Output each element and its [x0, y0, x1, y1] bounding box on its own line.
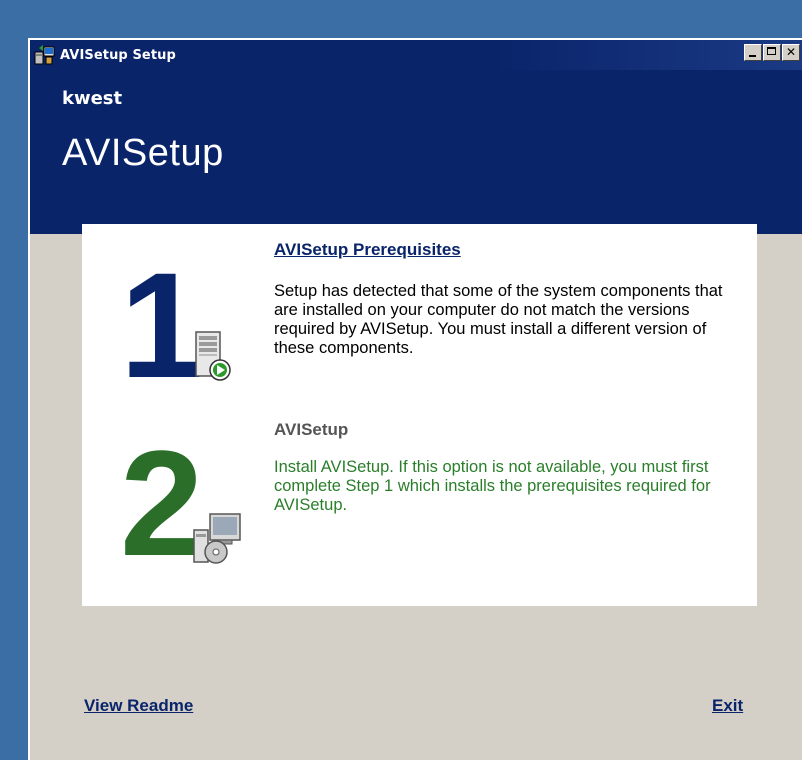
window-controls: ✕ — [744, 44, 800, 61]
step-2-title: AVISetup — [274, 420, 349, 439]
step-1-description: Setup has detected that some of the syst… — [274, 282, 723, 357]
step-2-number: 2 — [120, 419, 204, 587]
title-bar[interactable]: AVISetup Setup ✕ — [30, 40, 802, 70]
view-readme-link[interactable]: View Readme — [84, 696, 193, 716]
header-banner: kwest AVISetup — [30, 70, 802, 234]
step-1-number: 1 — [120, 241, 203, 409]
exit-link[interactable]: Exit — [712, 696, 743, 716]
server-install-icon — [195, 331, 231, 381]
maximize-button[interactable] — [763, 44, 781, 61]
close-button[interactable]: ✕ — [782, 44, 800, 61]
computer-cd-icon — [193, 513, 241, 564]
step-1-link[interactable]: AVISetup Prerequisites — [274, 240, 461, 260]
steps-panel: 1 AVISetup Prerequisites Setup has detec… — [82, 224, 757, 606]
window-title: AVISetup Setup — [60, 47, 176, 63]
setup-app-icon — [34, 45, 55, 65]
product-name: AVISetup — [62, 132, 224, 174]
minimize-button[interactable] — [744, 44, 762, 61]
company-name: kwest — [62, 88, 123, 109]
setup-window: AVISetup Setup ✕ kwest AVISetup 1 AVISet… — [28, 38, 802, 760]
step-2-description: Install AVISetup. If this option is not … — [274, 458, 711, 514]
